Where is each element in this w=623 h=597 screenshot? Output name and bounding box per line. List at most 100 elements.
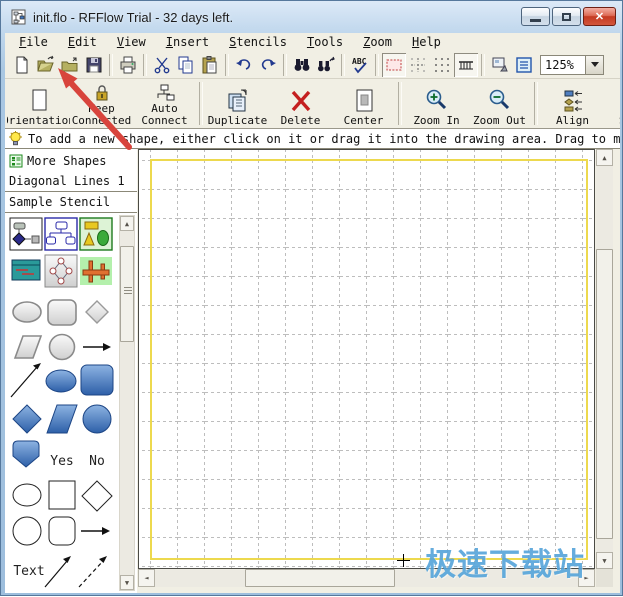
- blue-shield[interactable]: [12, 440, 40, 468]
- diagonal-arrow-solid[interactable]: [44, 556, 71, 588]
- zoom-value[interactable]: 125%: [541, 55, 585, 74]
- gray-diamond[interactable]: [85, 300, 109, 324]
- stencil-table[interactable]: [11, 259, 41, 281]
- auto-connect-button[interactable]: Auto Connect: [133, 79, 196, 128]
- diagonal-arrow[interactable]: [10, 363, 41, 398]
- sidebar-item-sample-stencil[interactable]: Sample Stencil: [5, 192, 137, 212]
- diagonal-arrow-dashed[interactable]: [78, 556, 107, 588]
- grid-lines-button[interactable]: [454, 52, 478, 77]
- insert-shape-button[interactable]: [488, 53, 512, 77]
- orientation-button[interactable]: Orientation: [7, 79, 70, 128]
- sidebar-item-more-shapes[interactable]: More Shapes: [5, 151, 137, 171]
- gray-parallelogram[interactable]: [13, 335, 43, 359]
- open-icon: [37, 55, 54, 71]
- zoom-dropdown-button[interactable]: [585, 55, 603, 74]
- outline-diamond[interactable]: [81, 480, 113, 512]
- outline-ellipse[interactable]: [12, 483, 42, 507]
- palette-scrollbar[interactable]: ▲ ▼: [119, 215, 135, 591]
- redo-button[interactable]: [256, 53, 280, 77]
- blue-ellipse[interactable]: [45, 369, 77, 393]
- save-button[interactable]: [82, 53, 106, 77]
- gray-rounded-square[interactable]: [47, 299, 77, 326]
- find-next-button[interactable]: [314, 53, 338, 77]
- yes-label[interactable]: Yes: [50, 454, 73, 469]
- undo-button[interactable]: [232, 53, 256, 77]
- duplicate-button[interactable]: Duplicate: [206, 79, 269, 128]
- menu-insert[interactable]: Insert: [156, 33, 219, 51]
- stencil-network[interactable]: [44, 254, 78, 288]
- print-button[interactable]: [116, 53, 140, 77]
- cut-icon: [154, 57, 170, 73]
- stencil-flowchart[interactable]: [9, 217, 43, 251]
- stencil-shapes[interactable]: [79, 217, 113, 251]
- zoom-in-button[interactable]: Zoom In: [405, 79, 468, 128]
- save-icon: [86, 57, 102, 72]
- dot-grid-button[interactable]: [430, 53, 454, 77]
- stencil-orgchart[interactable]: [44, 217, 78, 251]
- palette-scroll-down-button[interactable]: ▼: [120, 575, 134, 590]
- keep-connected-button[interactable]: Keep Connected: [70, 79, 133, 128]
- text-shape-label[interactable]: Text: [13, 564, 44, 579]
- menu-stencils[interactable]: Stencils: [219, 33, 297, 51]
- canvas-hscrollbar-thumb[interactable]: [245, 569, 395, 587]
- blue-circle[interactable]: [82, 404, 112, 434]
- gray-ellipse[interactable]: [12, 301, 42, 323]
- toolbar-separator: [534, 82, 538, 125]
- palette-scrollbar-thumb[interactable]: [120, 246, 134, 342]
- delete-button[interactable]: Delete: [269, 79, 332, 128]
- find-button[interactable]: [290, 53, 314, 77]
- menu-zoom[interactable]: Zoom: [353, 33, 402, 51]
- outline-rounded-square[interactable]: [48, 516, 76, 546]
- menu-help[interactable]: Help: [402, 33, 451, 51]
- gray-circle[interactable]: [48, 333, 76, 361]
- grid-background: [139, 150, 594, 568]
- menu-edit[interactable]: Edit: [58, 33, 107, 51]
- canvas-vscrollbar-thumb[interactable]: [596, 249, 613, 539]
- find-icon: [294, 58, 310, 71]
- main-toolbar: ABC 125%: [5, 51, 620, 79]
- blue-rounded-rect[interactable]: [80, 364, 114, 396]
- stencil-gantt[interactable]: [80, 257, 112, 285]
- center-button[interactable]: Center: [332, 79, 395, 128]
- magnifier-plus-icon: [426, 89, 446, 110]
- zoom-out-button[interactable]: Zoom Out: [468, 79, 531, 128]
- canvas-scroll-up-button[interactable]: ▲: [596, 149, 613, 166]
- canvas-scroll-left-button[interactable]: ◄: [138, 569, 155, 587]
- drawing-area[interactable]: [138, 149, 595, 569]
- connect-shapes-icon: [157, 84, 174, 101]
- close-button[interactable]: ✕: [583, 7, 616, 26]
- sidebar-item-diagonal-lines[interactable]: Diagonal Lines 1: [5, 171, 137, 191]
- toolbar-separator: [398, 82, 402, 125]
- cut-button[interactable]: [150, 53, 174, 77]
- blue-parallelogram[interactable]: [46, 404, 78, 434]
- new-button[interactable]: [10, 53, 34, 77]
- right-arrow[interactable]: [83, 343, 111, 351]
- copy-button[interactable]: [174, 53, 198, 77]
- no-label[interactable]: No: [89, 454, 105, 469]
- zoom-combo[interactable]: 125%: [540, 54, 604, 75]
- right-arrow-2[interactable]: [81, 527, 110, 535]
- space-button[interactable]: Space: [604, 79, 620, 128]
- new-icon: [16, 56, 28, 73]
- spellcheck-button[interactable]: ABC: [348, 53, 372, 77]
- menu-view[interactable]: View: [107, 33, 156, 51]
- window-content: File Edit View Insert Stencils Tools Zoo…: [5, 33, 620, 593]
- align-button[interactable]: Align: [541, 79, 604, 128]
- outline-square[interactable]: [48, 480, 76, 510]
- canvas-vscrollbar[interactable]: ▲ ▼: [596, 149, 613, 569]
- maximize-button[interactable]: [552, 7, 581, 26]
- paste-icon: [202, 55, 217, 73]
- close-folder-button[interactable]: [58, 53, 82, 77]
- outline-circle[interactable]: [12, 516, 42, 546]
- paste-button[interactable]: [198, 53, 222, 77]
- open-button[interactable]: [34, 53, 58, 77]
- page-frame-button[interactable]: [382, 52, 406, 77]
- blue-diamond[interactable]: [12, 404, 42, 434]
- notes-button[interactable]: [512, 53, 536, 77]
- palette-scroll-up-button[interactable]: ▲: [120, 216, 134, 231]
- snap-grid-button[interactable]: [406, 53, 430, 77]
- menu-file[interactable]: File: [9, 33, 58, 51]
- app-icon: [11, 9, 26, 25]
- minimize-button[interactable]: [521, 7, 550, 26]
- menu-tools[interactable]: Tools: [297, 33, 353, 51]
